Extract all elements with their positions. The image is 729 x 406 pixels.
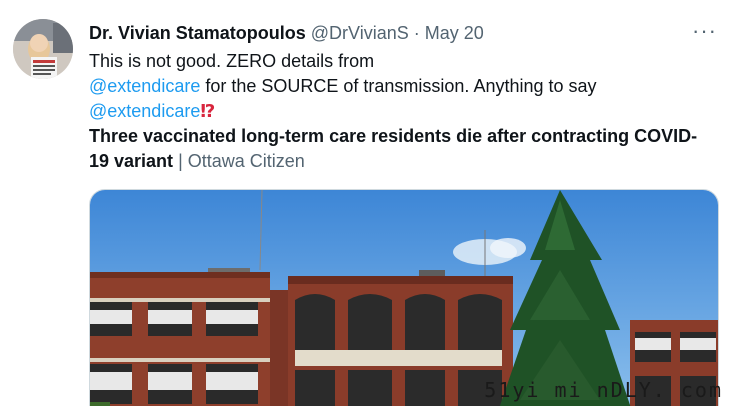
mention-extendicare-2[interactable]: @extendicare	[89, 101, 200, 121]
tweet-header: Dr. Vivian Stamatopoulos @DrVivianS · Ma…	[89, 22, 484, 44]
avatar-image	[13, 19, 73, 79]
linked-article-headline[interactable]: Three vaccinated long-term care resident…	[89, 124, 715, 174]
more-options-icon[interactable]: ···	[692, 20, 717, 42]
tweet-body: This is not good. ZERO details from @ext…	[89, 49, 715, 174]
headline-separator: |	[173, 151, 188, 171]
tweet-text-line2: @extendicare for the SOURCE of transmiss…	[89, 74, 715, 99]
header-separator: ·	[413, 23, 420, 43]
article-source[interactable]: Ottawa Citizen	[188, 151, 305, 171]
watermark: 51yi mi nDLY. com	[484, 378, 723, 402]
display-name[interactable]: Dr. Vivian Stamatopoulos	[89, 23, 306, 43]
tweet-text-line1: This is not good. ZERO details from	[89, 51, 375, 71]
tweet[interactable]: Dr. Vivian Stamatopoulos @DrVivianS · Ma…	[0, 0, 729, 406]
tweet-media-image[interactable]	[89, 189, 719, 406]
tweet-text-line3: @extendicare⁉	[89, 99, 715, 124]
user-handle[interactable]: @DrVivianS	[311, 23, 409, 43]
mention-extendicare-1[interactable]: @extendicare	[89, 76, 200, 96]
building-photo	[90, 190, 718, 406]
avatar[interactable]	[13, 19, 73, 79]
exclamation-question-icon: ⁉	[200, 101, 216, 121]
tweet-text-line2-rest: for the SOURCE of transmission. Anything…	[200, 76, 597, 96]
tweet-date[interactable]: May 20	[425, 23, 484, 43]
